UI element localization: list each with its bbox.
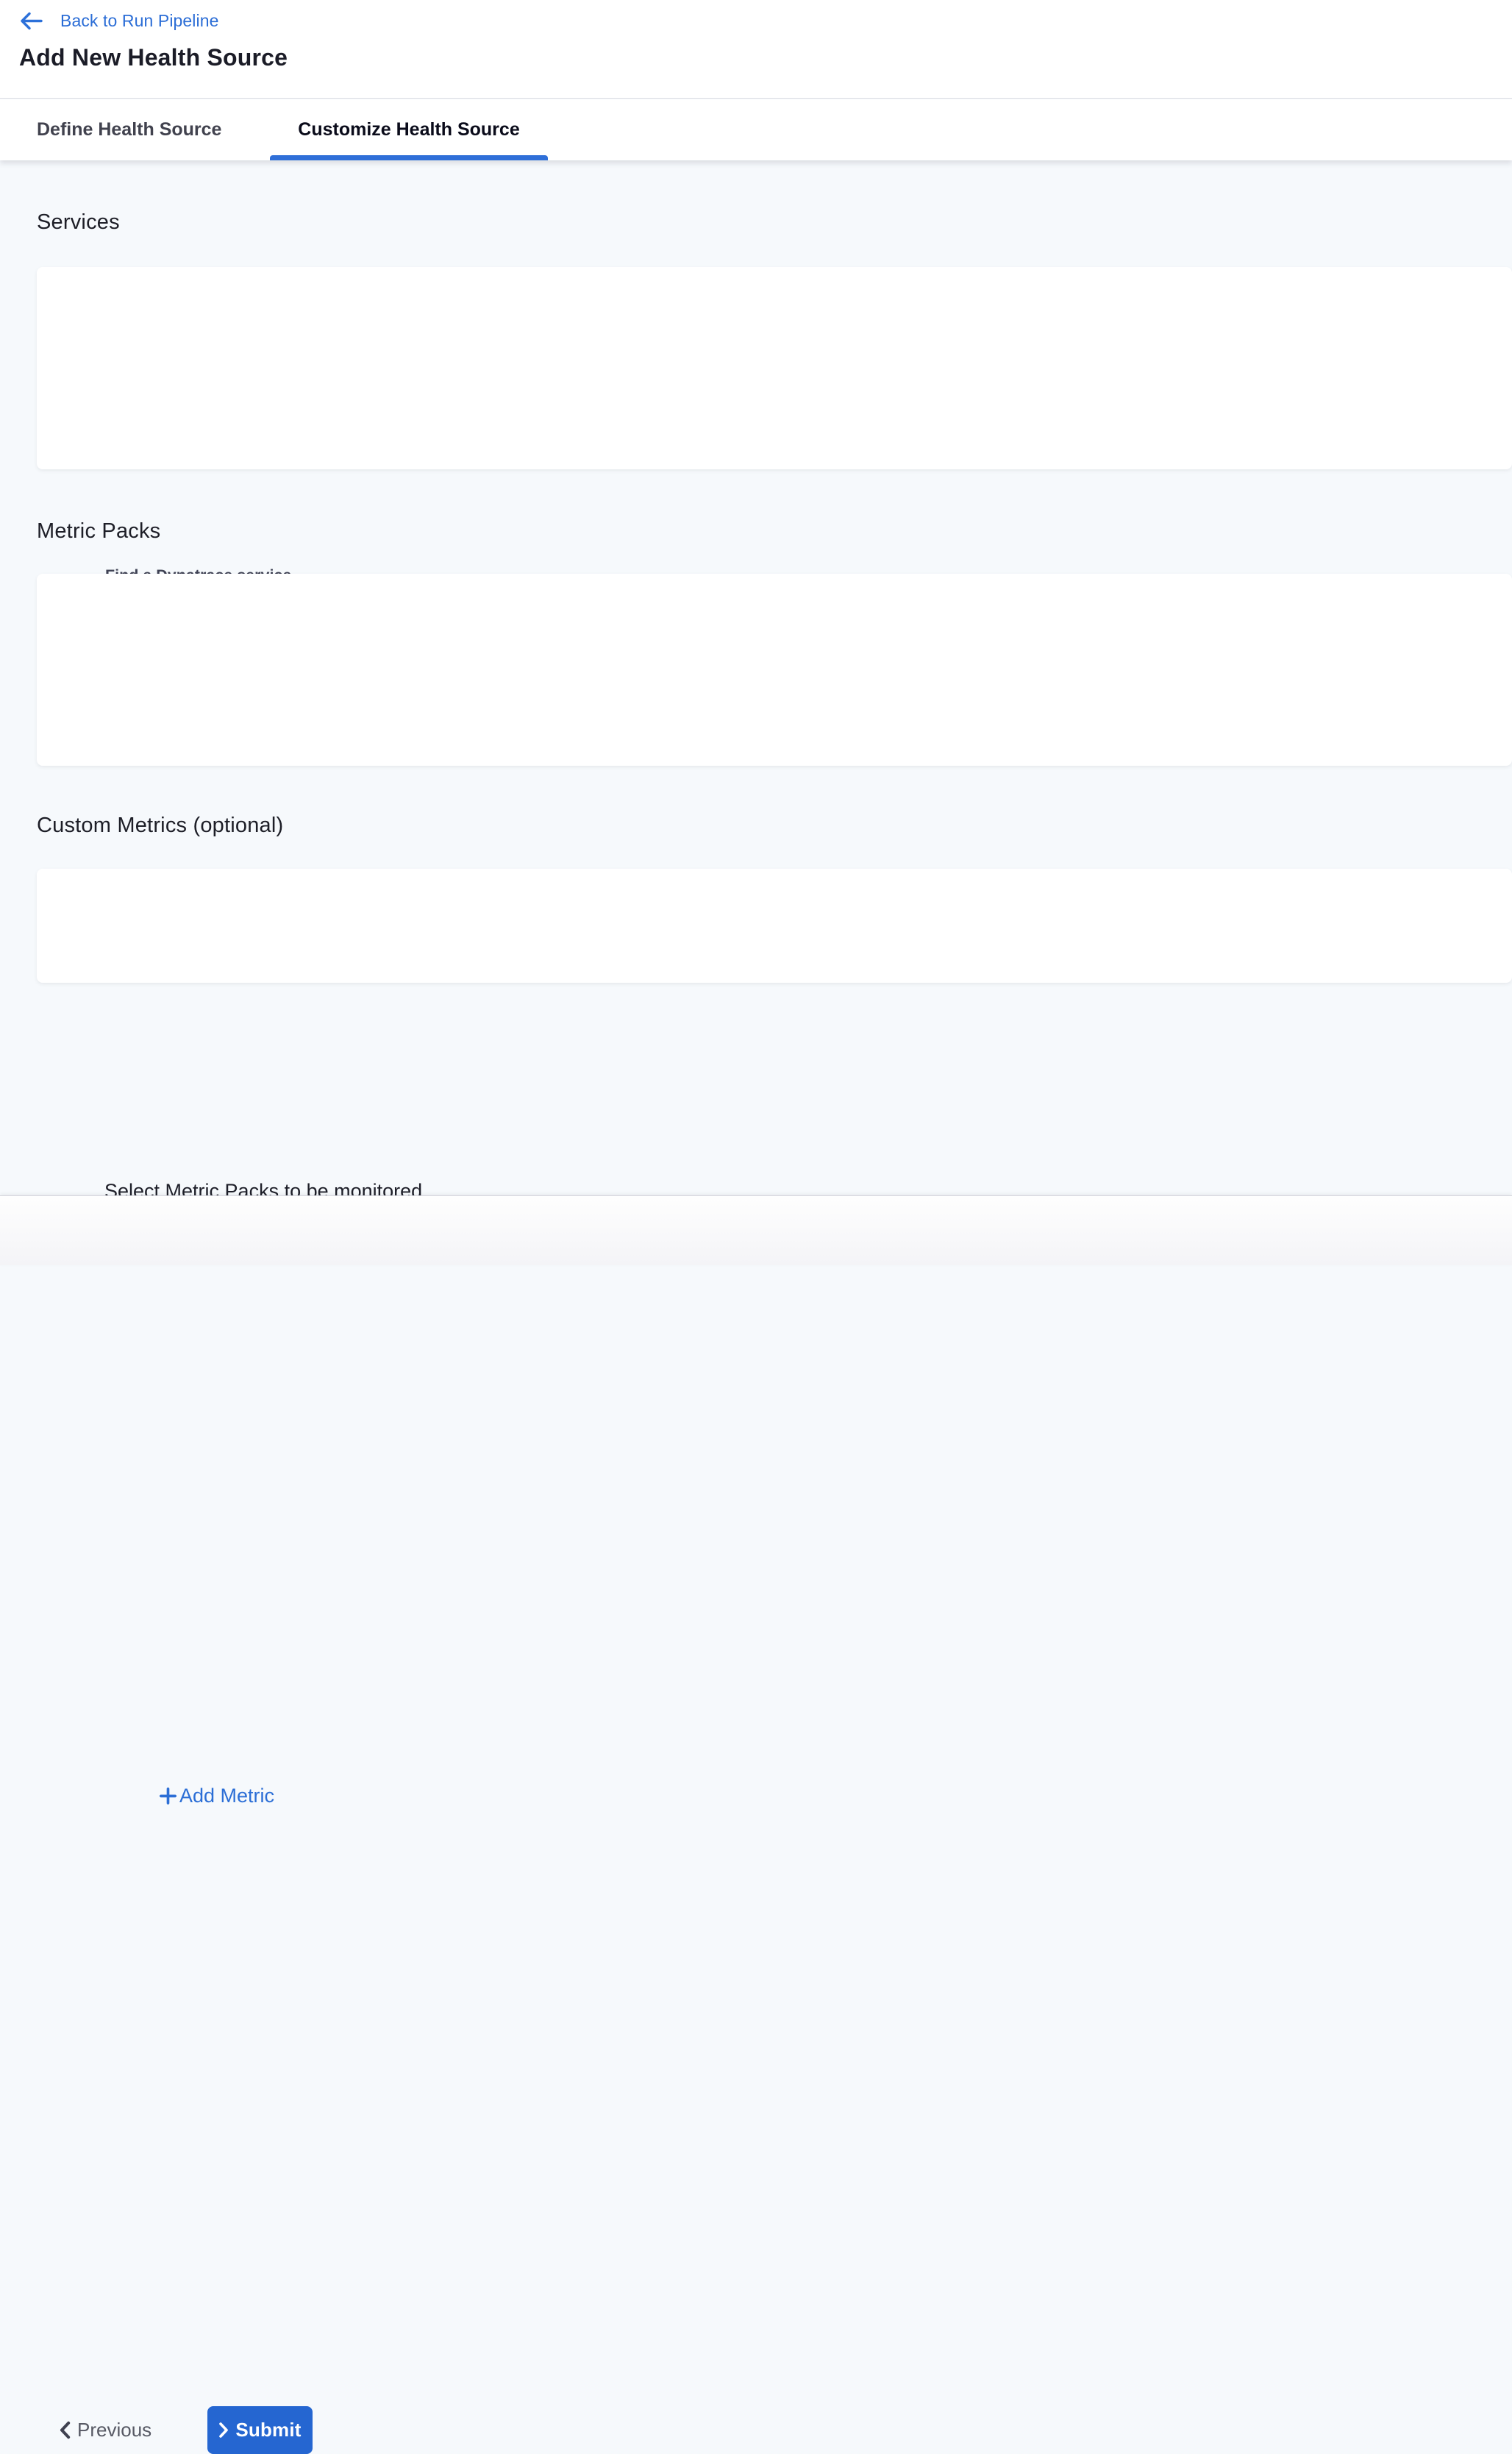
submit-button[interactable]: Submit (207, 2406, 313, 2454)
submit-button-label: Submit (235, 2419, 301, 2441)
plus-icon (159, 1787, 177, 1805)
services-card: Find a Dynatrace service Validation pass… (37, 267, 1512, 469)
chevron-left-icon (59, 2421, 71, 2439)
back-to-run-pipeline-link[interactable]: Back to Run Pipeline (19, 7, 219, 34)
custom-metrics-heading: Custom Metrics (optional) (37, 814, 283, 838)
custom-metrics-card: Add Metric (37, 869, 1512, 983)
tab-customize-health-source[interactable]: Customize Health Source (270, 99, 548, 160)
services-heading: Services (37, 210, 120, 235)
previous-button[interactable]: Previous (59, 2411, 151, 2448)
metric-packs-heading: Metric Packs (37, 519, 160, 544)
footer-bar: Previous Submit (0, 1195, 1512, 1265)
tab-define-health-source[interactable]: Define Health Source (37, 99, 249, 160)
chevron-right-icon (218, 2422, 229, 2439)
add-metric-link[interactable]: Add Metric (159, 1782, 274, 1809)
page-title: Add New Health Source (19, 44, 288, 71)
previous-button-label: Previous (77, 2419, 151, 2441)
add-health-source-page: Back to Run Pipeline Add New Health Sour… (0, 0, 1512, 1265)
back-link-label: Back to Run Pipeline (60, 11, 219, 31)
health-source-tabbar: Define Health Source Customize Health So… (0, 99, 1512, 160)
page-header: Back to Run Pipeline Add New Health Sour… (0, 0, 1512, 99)
add-metric-label: Add Metric (179, 1785, 274, 1807)
back-arrow-icon (19, 11, 43, 31)
metric-packs-card: Select Metric Packs to be monitored Infr… (37, 574, 1512, 766)
active-tab-underline (270, 155, 548, 160)
